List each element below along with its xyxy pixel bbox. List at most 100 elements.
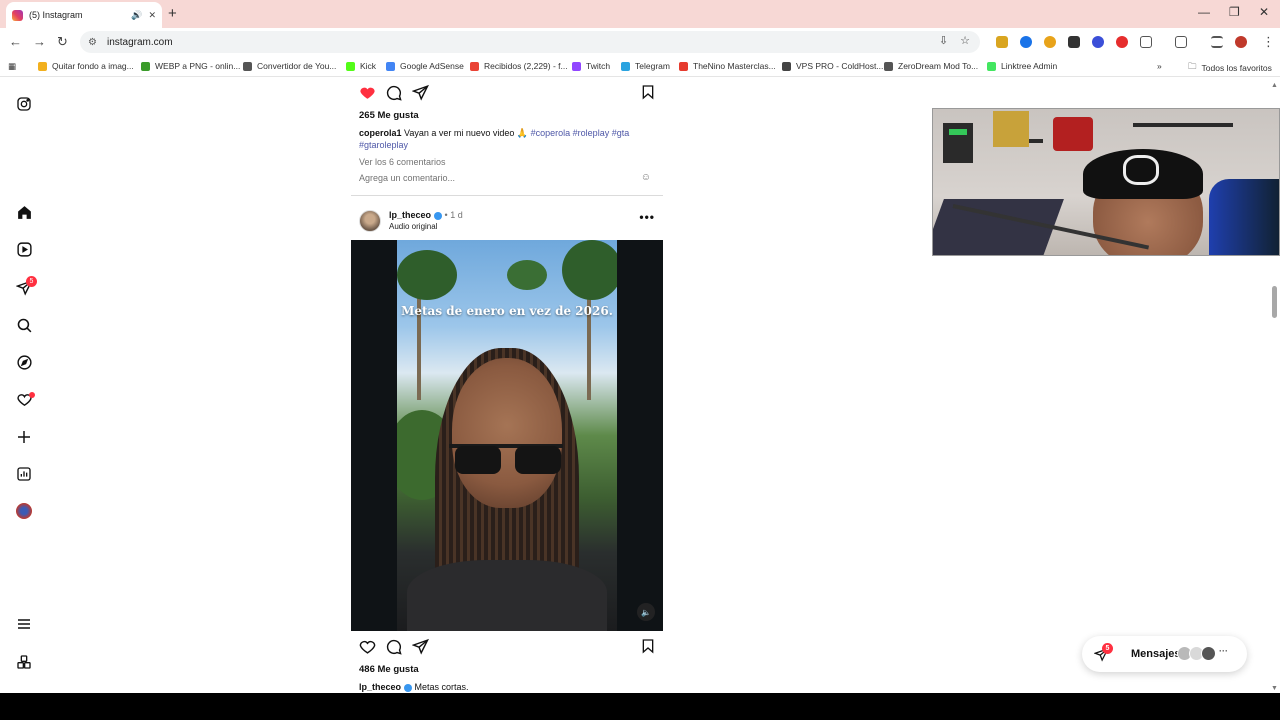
- extension-2-icon[interactable]: [1020, 36, 1032, 48]
- search-icon[interactable]: [15, 316, 33, 334]
- post2-time[interactable]: 1 d: [450, 210, 463, 220]
- tab-search-icon[interactable]: [1211, 36, 1223, 48]
- new-tab-icon[interactable]: +: [168, 5, 177, 22]
- share-icon[interactable]: [412, 84, 429, 101]
- reels-icon[interactable]: [15, 240, 33, 258]
- bookmark-10[interactable]: VPS PRO - ColdHost...: [782, 61, 883, 71]
- extension-5-icon[interactable]: [1092, 36, 1104, 48]
- bookmark-1-label: Quitar fondo a imag...: [52, 61, 134, 71]
- extensions-puzzle-icon[interactable]: [1140, 36, 1152, 48]
- bookmarks-overflow-icon[interactable]: »: [1157, 61, 1162, 71]
- like-heart-icon[interactable]: [359, 638, 376, 655]
- bookmark-9-label: TheNino Masterclas...: [693, 61, 776, 71]
- create-plus-icon[interactable]: [15, 428, 33, 446]
- bookmark-4[interactable]: Kick: [346, 61, 376, 71]
- post2-caption-username[interactable]: lp_theceo: [359, 682, 401, 692]
- profile-avatar-icon[interactable]: [1235, 36, 1247, 48]
- post1-caption-text: Vayan a ver mi nuevo video 🙏: [401, 128, 531, 138]
- scroll-down-icon[interactable]: ▼: [1271, 685, 1278, 692]
- bookmark-6[interactable]: Recibidos (2,229) - f...: [470, 61, 568, 71]
- bookmark-4-label: Kick: [360, 61, 377, 71]
- bookmark-12[interactable]: Linktree Admin: [987, 61, 1057, 71]
- all-bookmarks[interactable]: 🗀 Todos los favoritos: [1188, 61, 1272, 75]
- url-text: instagram.com: [106, 36, 173, 48]
- minimize-icon[interactable]: —: [1198, 5, 1210, 19]
- post1-comment-input[interactable]: Agrega un comentario... ☺: [359, 172, 655, 183]
- post1-likes[interactable]: 265 Me gusta: [359, 110, 419, 121]
- post2-video[interactable]: Metas de enero en vez de 2026. 🔈: [351, 240, 663, 631]
- site-info-icon[interactable]: ⚙: [88, 37, 97, 48]
- bookmark-6-label: Recibidos (2,229) - f...: [484, 61, 568, 71]
- bookmark-1-icon: [38, 61, 47, 71]
- post-options-icon[interactable]: •••: [639, 210, 655, 224]
- bookmark-1[interactable]: Quitar fondo a imag...: [38, 61, 134, 71]
- post1-username[interactable]: coperola1: [359, 128, 402, 138]
- instagram-logo-icon[interactable]: [15, 95, 33, 113]
- page-scrollbar[interactable]: ▲ ▼: [1270, 80, 1280, 692]
- webcam-overlay: [932, 108, 1280, 256]
- window-close-icon[interactable]: ✕: [1259, 5, 1269, 19]
- more-menu-icon[interactable]: [15, 615, 33, 633]
- verified-badge-icon: [434, 211, 443, 220]
- home-icon[interactable]: [15, 203, 33, 221]
- bookmark-11-label: ZeroDream Mod To...: [898, 61, 979, 71]
- comment-icon[interactable]: [385, 638, 402, 655]
- bookmark-8-label: Telegram: [635, 61, 670, 71]
- emoji-icon[interactable]: ☺: [641, 172, 651, 183]
- bookmark-star-icon[interactable]: ☆: [960, 34, 970, 47]
- comment-icon[interactable]: [385, 84, 402, 101]
- extension-4-icon[interactable]: [1068, 36, 1080, 48]
- post2-audio[interactable]: Audio original: [389, 222, 437, 231]
- sunglasses: [449, 444, 563, 474]
- tab-close-icon[interactable]: ✕: [148, 10, 156, 21]
- post2-caption: lp_theceo Metas cortas.: [359, 681, 649, 693]
- video-subject-face: [452, 358, 562, 508]
- extension-1-icon[interactable]: [996, 36, 1008, 48]
- messages-button[interactable]: 5 Mensajes ···: [1082, 636, 1247, 672]
- explore-compass-icon[interactable]: [15, 353, 33, 371]
- post2-avatar[interactable]: [359, 210, 381, 232]
- bookmark-5[interactable]: Google AdSense: [386, 61, 464, 71]
- save-bookmark-icon[interactable]: [640, 638, 656, 654]
- scroll-up-icon[interactable]: ▲: [1271, 82, 1278, 89]
- extension-3-icon[interactable]: [1044, 36, 1056, 48]
- bookmark-3[interactable]: Convertidor de You...: [243, 61, 336, 71]
- browser-menu-icon[interactable]: ⋮: [1262, 34, 1275, 50]
- os-taskbar: [0, 693, 1280, 720]
- restore-icon[interactable]: ❐: [1229, 5, 1240, 19]
- post1-view-comments[interactable]: Ver los 6 comentarios: [359, 157, 446, 167]
- bookmark-6-icon: [470, 61, 479, 71]
- reading-mode-icon[interactable]: [1175, 36, 1187, 48]
- bookmark-12-icon: [987, 61, 996, 71]
- also-from-meta-icon[interactable]: [15, 653, 33, 671]
- post2-likes[interactable]: 486 Me gusta: [359, 664, 419, 675]
- bookmark-8[interactable]: Telegram: [621, 61, 670, 71]
- bookmark-2[interactable]: WEBP a PNG - onlin...: [141, 61, 240, 71]
- reload-icon[interactable]: ↻: [57, 34, 68, 50]
- bookmark-7[interactable]: Twitch: [572, 61, 610, 71]
- mute-toggle-icon[interactable]: 🔈: [637, 603, 655, 621]
- post2-username[interactable]: lp_theceo: [389, 210, 431, 220]
- address-bar[interactable]: ⚙ instagram.com ⇩ ☆: [80, 31, 980, 53]
- post1-caption: coperola1 Vayan a ver mi nuevo video 🙏 #…: [359, 127, 649, 151]
- video-overlay-text: Metas de enero en vez de 2026.: [401, 304, 613, 318]
- bookmark-9[interactable]: TheNino Masterclas...: [679, 61, 776, 71]
- dashboard-chart-icon[interactable]: [15, 465, 33, 483]
- save-bookmark-icon[interactable]: [640, 84, 656, 100]
- share-icon[interactable]: [412, 638, 429, 655]
- bookmark-11[interactable]: ZeroDream Mod To...: [884, 61, 978, 71]
- apps-grid-icon[interactable]: ▦: [8, 61, 16, 72]
- like-heart-filled-icon[interactable]: [359, 84, 376, 101]
- back-icon[interactable]: ←: [9, 34, 22, 49]
- forward-icon[interactable]: →: [33, 34, 46, 49]
- tab-title: (5) Instagram: [29, 10, 83, 20]
- scrollbar-thumb[interactable]: [1272, 286, 1277, 318]
- tab-strip: (5) Instagram 🔊 ✕ + — ❐ ✕: [0, 0, 1280, 28]
- bookmark-8-icon: [621, 61, 630, 71]
- profile-avatar[interactable]: [15, 502, 33, 520]
- adblock-icon[interactable]: [1116, 36, 1128, 48]
- tab-instagram[interactable]: (5) Instagram 🔊 ✕: [6, 2, 162, 28]
- tab-audio-icon[interactable]: 🔊: [131, 10, 142, 21]
- install-app-icon[interactable]: ⇩: [939, 34, 948, 47]
- post-divider: [351, 195, 663, 196]
